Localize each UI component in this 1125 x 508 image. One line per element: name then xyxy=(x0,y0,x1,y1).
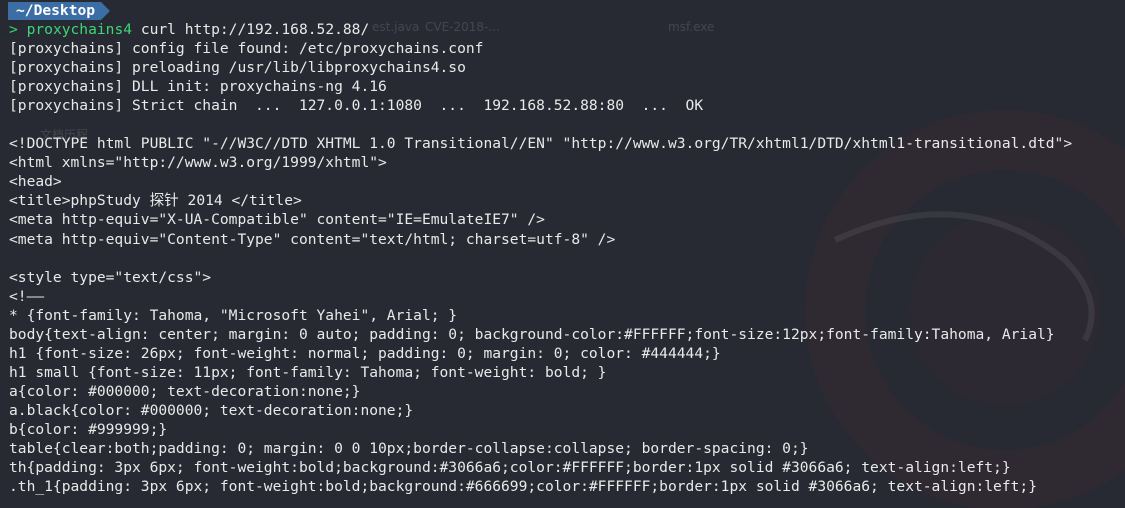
output-line: h1 {font-size: 26px; font-weight: normal… xyxy=(9,344,721,362)
output-line: <meta http-equiv="X-UA-Compatible" conte… xyxy=(9,211,545,229)
output-line: <!—— xyxy=(9,287,45,305)
output-line: body{text-align: center; margin: 0 auto;… xyxy=(9,325,1055,343)
output-line: .th_1{padding: 3px 6px; font-weight:bold… xyxy=(9,478,1037,496)
prompt-path-segment: ~/Desktop xyxy=(8,2,111,20)
output-line: [proxychains] preloading /usr/lib/libpro… xyxy=(9,59,466,77)
output-line: * {font-family: Tahoma, "Microsoft Yahei… xyxy=(9,306,458,324)
command-name: proxychains4 xyxy=(26,21,133,38)
output-line: b{color: #999999;} xyxy=(9,420,168,438)
output-line: th{padding: 3px 6px; font-weight:bold;ba… xyxy=(9,459,1011,477)
output-line: a{color: #000000; text-decoration:none;} xyxy=(9,382,361,400)
output-line: <!DOCTYPE html PUBLIC "-//W3C//DTD XHTML… xyxy=(9,135,1073,153)
prompt-arrow: > xyxy=(9,21,18,38)
output-line: a.black{color: #000000; text-decoration:… xyxy=(9,401,414,419)
command-args: curl http://192.168.52.88/ xyxy=(132,21,370,38)
output-line: <meta http-equiv="Content-Type" content=… xyxy=(9,230,616,248)
current-directory: ~/Desktop xyxy=(16,2,96,19)
output-line: h1 small {font-size: 11px; font-family: … xyxy=(9,363,607,381)
terminal-output[interactable]: > proxychains4 curl http://192.168.52.88… xyxy=(9,20,1125,496)
output-line: [proxychains] DLL init: proxychains-ng 4… xyxy=(9,78,387,96)
output-line: [proxychains] Strict chain ... 127.0.0.1… xyxy=(9,97,704,115)
output-line: [proxychains] config file found: /etc/pr… xyxy=(9,40,484,58)
output-line: table{clear:both;padding: 0; margin: 0 0… xyxy=(9,440,809,458)
output-line: <html xmlns="http://www.w3.org/1999/xhtm… xyxy=(9,154,387,172)
output-line: <head> xyxy=(9,173,62,191)
command-line: > proxychains4 curl http://192.168.52.88… xyxy=(9,20,1125,39)
output-line: <title>phpStudy 探针 2014 </title> xyxy=(9,192,302,210)
terminal-window[interactable]: est.java CVE-2018-... msf.exe 文档历程 ~/Des… xyxy=(0,0,1125,508)
output-line: <style type="text/css"> xyxy=(9,268,212,286)
